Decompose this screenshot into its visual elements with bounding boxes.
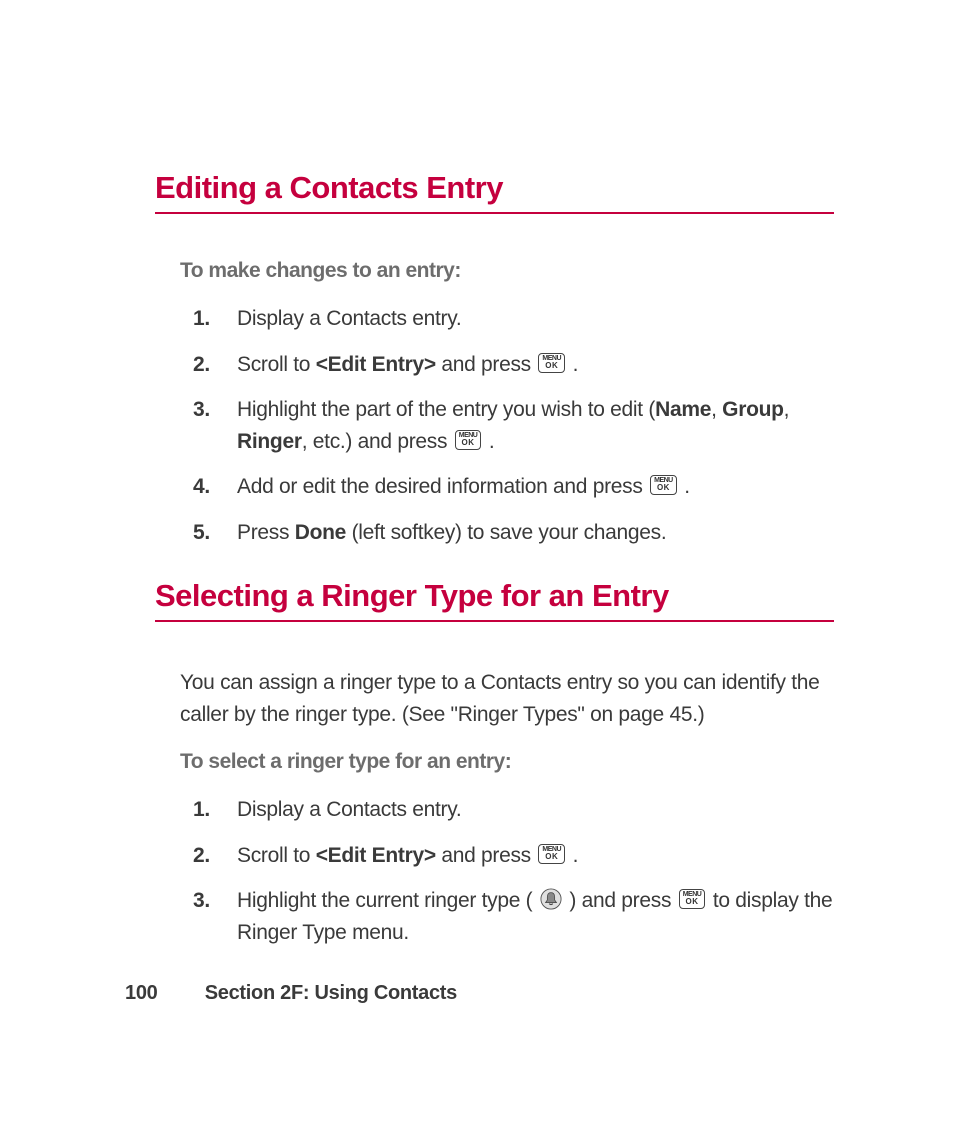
bell-icon	[540, 888, 562, 910]
step-text: Display a Contacts entry.	[237, 307, 461, 330]
menu-label-edit-entry: <Edit Entry>	[316, 353, 436, 376]
step-item: 1. Display a Contacts entry.	[215, 794, 834, 826]
step-text: Highlight the current ringer type (	[237, 889, 538, 912]
subheading-make-changes: To make changes to an entry:	[180, 259, 834, 283]
field-ringer: Ringer	[237, 430, 302, 453]
step-item: 3. Highlight the current ringer type ( )…	[215, 885, 834, 948]
document-page: Editing a Contacts Entry To make changes…	[0, 0, 954, 948]
step-text: Add or edit the desired information and …	[237, 475, 648, 498]
step-item: 2. Scroll to <Edit Entry> and press MENU…	[215, 840, 834, 872]
step-text: Press	[237, 521, 295, 544]
step-text: (left softkey) to save your changes.	[346, 521, 666, 544]
body-paragraph: You can assign a ringer type to a Contac…	[180, 667, 834, 730]
step-item: 1. Display a Contacts entry.	[215, 303, 834, 335]
step-number: 1.	[193, 303, 210, 335]
heading-selecting-ringer: Selecting a Ringer Type for an Entry	[155, 578, 834, 622]
step-text: ) and press	[564, 889, 677, 912]
step-text: and press	[436, 353, 537, 376]
step-text: Highlight the part of the entry you wish…	[237, 398, 655, 421]
step-text: Scroll to	[237, 353, 316, 376]
step-text: .	[483, 430, 494, 453]
menu-ok-key-icon: MENUOK	[538, 844, 565, 864]
step-number: 2.	[193, 840, 210, 872]
step-item: 2. Scroll to <Edit Entry> and press MENU…	[215, 349, 834, 381]
page-footer: 100 Section 2F: Using Contacts	[125, 982, 457, 1005]
menu-ok-key-icon: MENUOK	[650, 475, 677, 495]
section-title: Section 2F: Using Contacts	[205, 982, 457, 1004]
softkey-done: Done	[295, 521, 346, 544]
step-text: , etc.) and press	[302, 430, 453, 453]
step-item: 5. Press Done (left softkey) to save you…	[215, 517, 834, 549]
steps-list-2: 1. Display a Contacts entry. 2. Scroll t…	[155, 794, 834, 948]
menu-ok-key-icon: MENUOK	[679, 889, 706, 909]
steps-list-1: 1. Display a Contacts entry. 2. Scroll t…	[155, 303, 834, 548]
subheading-select-ringer: To select a ringer type for an entry:	[180, 750, 834, 774]
heading-editing-contacts: Editing a Contacts Entry	[155, 170, 834, 214]
step-item: 4. Add or edit the desired information a…	[215, 471, 834, 503]
field-group: Group	[722, 398, 784, 421]
step-text: Scroll to	[237, 844, 316, 867]
step-text: .	[567, 353, 578, 376]
step-number: 3.	[193, 885, 210, 917]
step-text: ,	[711, 398, 722, 421]
page-number: 100	[125, 982, 157, 1004]
step-number: 1.	[193, 794, 210, 826]
step-text: ,	[784, 398, 790, 421]
menu-label-edit-entry: <Edit Entry>	[316, 844, 436, 867]
step-text: .	[567, 844, 578, 867]
step-number: 3.	[193, 394, 210, 426]
field-name: Name	[655, 398, 711, 421]
menu-ok-key-icon: MENUOK	[538, 353, 565, 373]
step-text: Display a Contacts entry.	[237, 798, 461, 821]
step-text: .	[679, 475, 690, 498]
step-number: 5.	[193, 517, 210, 549]
step-number: 2.	[193, 349, 210, 381]
step-text: and press	[436, 844, 537, 867]
step-number: 4.	[193, 471, 210, 503]
step-item: 3. Highlight the part of the entry you w…	[215, 394, 834, 457]
menu-ok-key-icon: MENUOK	[455, 430, 482, 450]
